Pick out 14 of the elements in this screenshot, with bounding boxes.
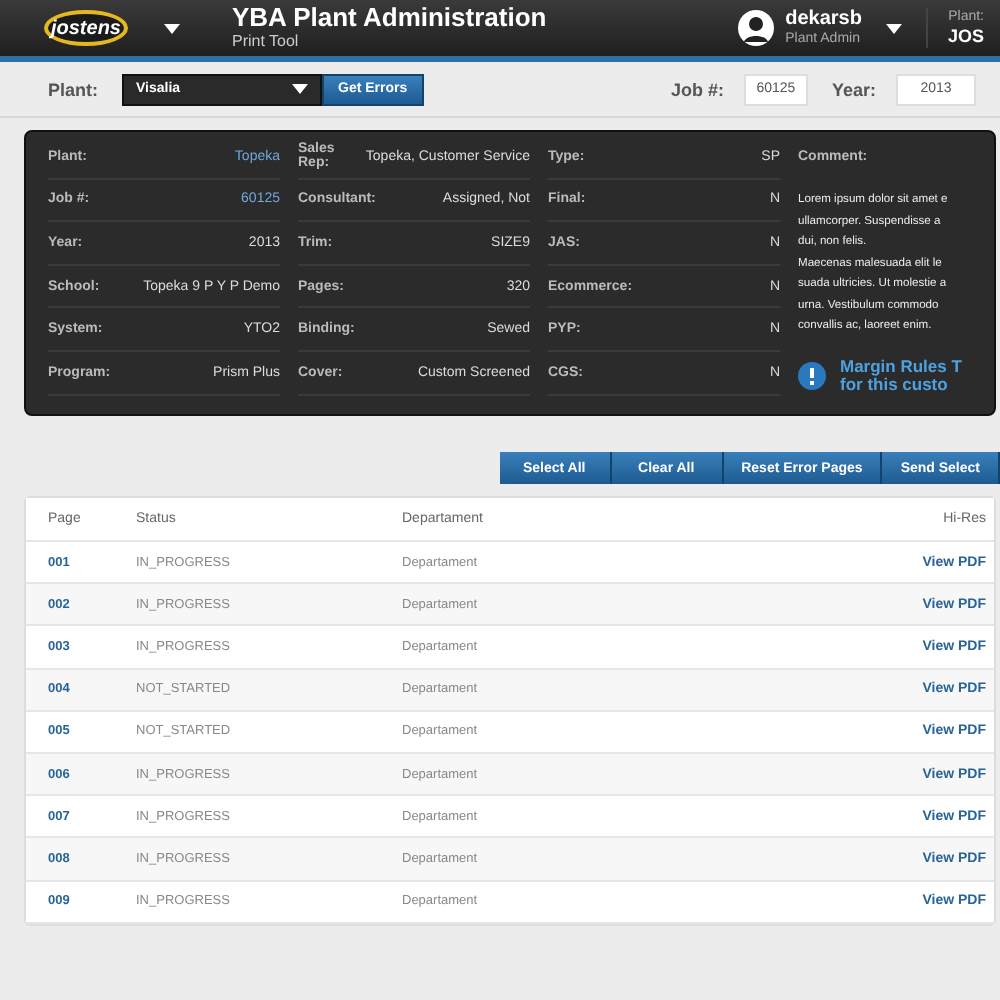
year-label: Year: — [831, 79, 876, 99]
info-icon — [798, 361, 826, 389]
caret-icon — [292, 84, 309, 94]
logo[interactable]: jostens — [44, 10, 128, 46]
margin-rules-notice: Margin Rules T for this custo — [840, 357, 962, 393]
plant-value: JOS — [947, 26, 984, 48]
app-title: YBA Plant Administration — [232, 4, 547, 32]
caret-icon — [885, 23, 902, 33]
app-subtitle: Print Tool — [232, 32, 301, 52]
caret-icon — [164, 23, 180, 33]
user-avatar-icon — [737, 10, 774, 46]
plant-label: Plant: — [48, 79, 99, 99]
job-label: Job #: — [670, 79, 724, 99]
user-name: dekarsb — [785, 8, 862, 30]
